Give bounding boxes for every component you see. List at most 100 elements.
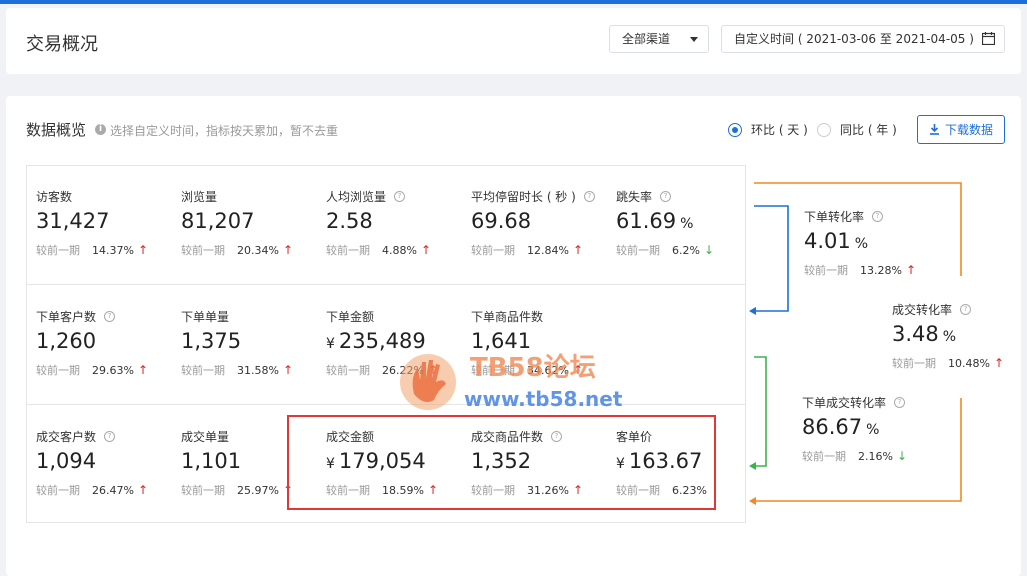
radio-year-compare[interactable]: 同比 ( 年 ) — [817, 121, 897, 138]
metric-value: 69.68 — [471, 209, 532, 233]
compare-label: 较前一期 — [804, 264, 848, 277]
download-data-button[interactable]: 下载数据 — [917, 115, 1005, 144]
metric-label: 下单客户数 — [36, 309, 97, 324]
flow-arrow-green — [749, 462, 756, 470]
compare-label: 较前一期 — [326, 244, 370, 257]
data-overview-card: 数据概览 i 选择自定义时间，指标按天累加，暂不去重 环比 ( 天 ) 同比 (… — [6, 96, 1021, 576]
metric-label-row: 访客数 — [36, 188, 176, 204]
metric-card: 下单金额 ¥235,489 较前一期 26.22% ↑ — [326, 308, 466, 378]
metric-compare-row: 较前一期 2.16% ↓ — [802, 448, 922, 464]
conversion-card: 下单转化率 ? 4.01% 较前一期 13.28% ↑ — [804, 208, 924, 278]
metric-value-row: 1,375 — [181, 329, 321, 356]
trend-up-icon: ↑ — [572, 363, 584, 377]
compare-label: 较前一期 — [36, 244, 80, 257]
help-icon[interactable]: ? — [583, 190, 595, 202]
metric-label: 下单成交转化率 — [802, 395, 887, 410]
compare-label: 较前一期 — [471, 364, 515, 377]
metric-label: 平均停留时长 ( 秒 ) — [471, 189, 576, 204]
help-icon[interactable]: ? — [872, 210, 884, 222]
metric-value-row: 2.58 — [326, 209, 466, 236]
metric-value: 1,101 — [181, 449, 242, 473]
help-icon[interactable]: ? — [660, 190, 672, 202]
help-icon[interactable]: ? — [104, 430, 116, 442]
compare-percent: 10.48% — [948, 356, 990, 370]
trend-up-icon: ↑ — [427, 363, 439, 377]
metric-card: 跳失率 ? 61.69% 较前一期 6.2% ↓ — [616, 188, 726, 258]
help-icon[interactable]: ? — [960, 303, 972, 315]
channel-select[interactable]: 全部渠道 — [609, 25, 709, 53]
metric-label-row: 浏览量 — [181, 188, 321, 204]
metric-label: 下单单量 — [181, 309, 230, 324]
metric-value-row: 1,641 — [471, 329, 611, 356]
metric-unit: % — [866, 422, 880, 438]
compare-percent: 13.28% — [860, 263, 902, 277]
metric-card: 下单商品件数 1,641 较前一期 34.62% ↑ — [471, 308, 611, 378]
compare-label: 较前一期 — [616, 244, 660, 257]
metric-compare-row: 较前一期 20.34% ↑ — [181, 242, 321, 258]
trend-up-icon: ↑ — [282, 363, 294, 377]
header-card: 交易概况 全部渠道 自定义时间 ( 2021-03-06 至 2021-04-0… — [6, 8, 1021, 74]
compare-percent: 2.16% — [858, 449, 893, 463]
metric-value-row: 3.48% — [892, 322, 1012, 349]
metric-value: 2.58 — [326, 209, 373, 233]
compare-label: 较前一期 — [36, 364, 80, 377]
metric-label: 成交客户数 — [36, 429, 97, 444]
trend-down-icon: ↓ — [896, 449, 908, 463]
compare-label: 较前一期 — [36, 484, 80, 497]
radio-dot-checked — [728, 122, 742, 137]
metric-compare-row: 较前一期 6.2% ↓ — [616, 242, 726, 258]
metric-label-row: 下单金额 — [326, 308, 466, 324]
metric-label: 下单金额 — [326, 309, 375, 324]
metric-value: 86.67 — [802, 415, 863, 439]
metric-compare-row: 较前一期 4.88% ↑ — [326, 242, 466, 258]
radio-year-label: 同比 ( 年 ) — [840, 123, 897, 137]
metric-label-row: 成交客户数 ? — [36, 428, 176, 444]
flow-line-green — [752, 356, 767, 467]
metric-label-row: 下单成交转化率 ? — [802, 394, 922, 410]
metric-card: 下单客户数 ? 1,260 较前一期 29.63% ↑ — [36, 308, 176, 378]
trend-up-icon: ↑ — [993, 356, 1005, 370]
metric-unit: % — [680, 216, 694, 232]
metric-label-row: 下单客户数 ? — [36, 308, 176, 324]
metric-label-row: 下单单量 — [181, 308, 321, 324]
metric-card: 访客数 31,427 较前一期 14.37% ↑ — [36, 188, 176, 258]
radio-ring-compare[interactable]: 环比 ( 天 ) — [728, 121, 808, 138]
help-icon[interactable]: ? — [104, 310, 116, 322]
compare-percent: 14.37% — [92, 243, 134, 257]
metric-label-row: 下单商品件数 — [471, 308, 611, 324]
compare-label: 较前一期 — [471, 244, 515, 257]
compare-percent: 20.34% — [237, 243, 279, 257]
flow-arrow-orange — [749, 497, 756, 505]
caret-down-icon — [690, 37, 698, 42]
compare-percent: 26.47% — [92, 483, 134, 497]
trend-up-icon: ↑ — [282, 243, 294, 257]
compare-label: 较前一期 — [181, 244, 225, 257]
conversion-card: 下单成交转化率 ? 86.67% 较前一期 2.16% ↓ — [802, 394, 922, 464]
metric-label: 人均浏览量 — [326, 189, 387, 204]
compare-label: 较前一期 — [892, 357, 936, 370]
flow-arrow-blue — [749, 307, 756, 315]
compare-percent: 6.2% — [672, 243, 700, 257]
metric-value-row: 1,260 — [36, 329, 176, 356]
metric-value-row: 69.68 — [471, 209, 611, 236]
metric-compare-row: 较前一期 31.58% ↑ — [181, 362, 321, 378]
help-icon[interactable]: ? — [394, 190, 406, 202]
date-range-picker[interactable]: 自定义时间 ( 2021-03-06 至 2021-04-05 ) — [721, 25, 1005, 53]
calendar-icon — [982, 32, 995, 45]
trend-up-icon: ↑ — [137, 243, 149, 257]
metric-label: 跳失率 — [616, 189, 653, 204]
compare-label: 较前一期 — [326, 364, 370, 377]
compare-percent: 4.88% — [382, 243, 417, 257]
metric-label: 浏览量 — [181, 189, 218, 204]
metric-value-row: 1,094 — [36, 449, 176, 476]
trend-up-icon: ↑ — [572, 243, 584, 257]
help-icon[interactable]: ? — [894, 396, 906, 408]
metric-compare-row: 较前一期 26.22% ↑ — [326, 362, 466, 378]
metric-compare-row: 较前一期 10.48% ↑ — [892, 355, 1012, 371]
metric-value: 1,094 — [36, 449, 97, 473]
metric-compare-row: 较前一期 29.63% ↑ — [36, 362, 176, 378]
date-range-value: 自定义时间 ( 2021-03-06 至 2021-04-05 ) — [734, 32, 974, 46]
flow-line-blue — [752, 205, 789, 312]
metric-compare-row: 较前一期 13.28% ↑ — [804, 262, 924, 278]
radio-dot — [817, 122, 831, 137]
